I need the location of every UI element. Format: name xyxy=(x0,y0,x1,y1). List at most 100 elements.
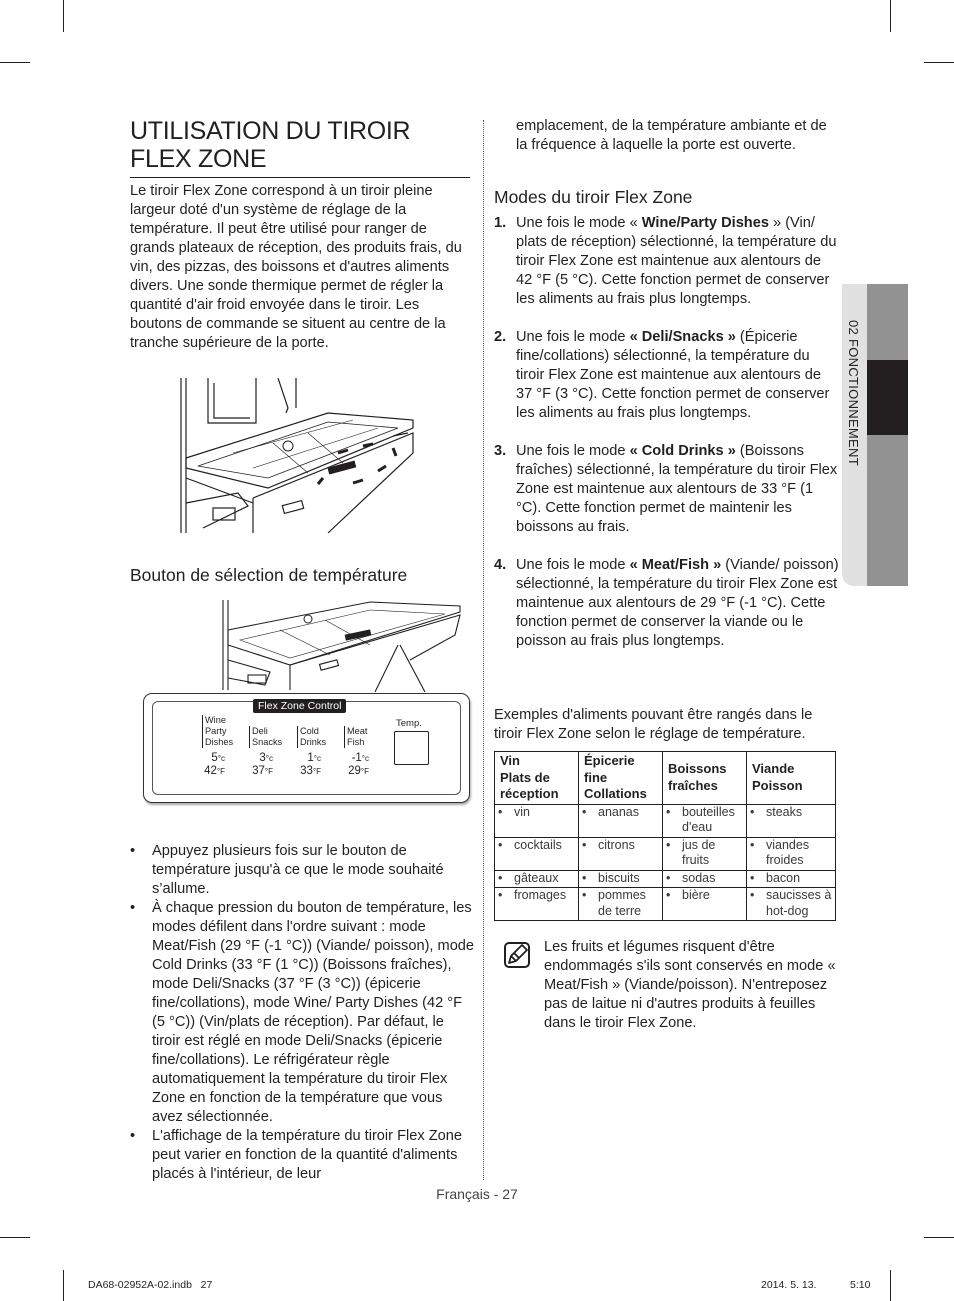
table-cell: • gâteaux xyxy=(494,869,579,888)
page-number: Français - 27 xyxy=(436,1186,518,1202)
column-divider xyxy=(483,120,484,1180)
table-cell: • ananas xyxy=(578,803,663,838)
column-header: Viande Poisson xyxy=(746,751,836,805)
bullet: • xyxy=(750,804,755,819)
control-panel-title: Flex Zone Control xyxy=(253,699,347,713)
continued-paragraph: emplacement, de la température ambiante … xyxy=(516,118,827,153)
bullet: • xyxy=(498,837,503,852)
table-cell: • steaks xyxy=(746,803,836,838)
title-rule xyxy=(130,177,470,178)
chapter-label: 02 FONCTIONNEMENT xyxy=(846,320,861,466)
cell-text: vin xyxy=(514,804,530,819)
column-header: Épicerie fine Collations xyxy=(578,751,663,805)
mode-label-wine-party-dishes: Wine Party Dishes xyxy=(202,715,233,748)
table-cell: • fromages xyxy=(494,887,579,921)
mode-temp-deli: 3°c 37°F xyxy=(252,752,273,777)
page-title: UTILISATION DU TIROIR FLEX ZONE xyxy=(130,117,411,173)
table-cell: • cocktails xyxy=(494,836,579,871)
cell-text: sodas xyxy=(682,870,716,885)
list-item: 2. Une fois le mode « Deli/Snacks » (Épic… xyxy=(494,329,830,421)
bullet: • xyxy=(582,804,587,819)
table-cell: • saucisses à hot-dog xyxy=(746,887,836,921)
crop-mark xyxy=(890,0,891,32)
cell-text: gâteaux xyxy=(514,870,559,885)
chapter-tab-bar xyxy=(867,284,908,586)
table-cell: • viandes froides xyxy=(746,836,836,871)
crop-mark xyxy=(890,1270,891,1301)
bullet: • xyxy=(750,870,755,885)
bullet: • xyxy=(582,837,587,852)
table-row: • fromages • pommes de terre • bière • saucisse… xyxy=(494,887,836,921)
list-item: • Appuyez plusieurs fois sur le bouton de… xyxy=(130,843,444,897)
bullet: • xyxy=(666,888,671,902)
list-item: 3. Une fois le mode « Cold Drinks » (Bois… xyxy=(494,443,838,535)
examples-intro: Exemples d'aliments pouvant être rangés … xyxy=(494,707,813,742)
bullet: • xyxy=(498,870,503,885)
list-item: 1. Une fois le mode « Wine/Party Dishes »… xyxy=(494,215,837,307)
temp-button[interactable] xyxy=(394,731,429,765)
crop-mark xyxy=(63,1270,64,1301)
bullet: • xyxy=(498,804,503,819)
table-cell: • bière xyxy=(662,887,747,921)
crop-mark xyxy=(924,1237,954,1238)
cell-text: ananas xyxy=(598,804,640,819)
mode-label-deli-snacks: Deli Snacks xyxy=(249,726,282,748)
column-header: Vin Plats de réception xyxy=(494,751,579,805)
cell-text: bière xyxy=(682,888,710,902)
table-cell: • citrons xyxy=(578,836,663,871)
table-row: • cocktails • citrons • jus de fruits • viandes… xyxy=(494,836,836,871)
bullet: • xyxy=(750,837,755,852)
mode-temp-wine: 5°c 42°F xyxy=(204,752,225,777)
cell-text: jus de fruits xyxy=(682,837,716,868)
drawer-closeup-illustration xyxy=(222,600,461,692)
mode-label-meat-fish: Meat Fish xyxy=(344,726,367,748)
table-header-row: Vin Plats de réception Épicerie fine Col… xyxy=(494,751,836,805)
table-row: • gâteaux • biscuits • sodas • bacon xyxy=(494,869,836,888)
crop-mark xyxy=(63,0,64,32)
table-cell: • biscuits xyxy=(578,869,663,888)
crop-mark xyxy=(924,62,954,63)
mode-label-cold-drinks: Cold Drinks xyxy=(297,726,326,748)
list-item: • L'affichage de la température du tiroir… xyxy=(130,1128,462,1182)
food-examples-table: Vin Plats de réception Épicerie fine Col… xyxy=(494,751,836,921)
temp-instructions-list: • Appuyez plusieurs fois sur le bouton de… xyxy=(130,842,475,1184)
table-cell: • sodas xyxy=(662,869,747,888)
intro-paragraph: Le tiroir Flex Zone correspond à un tiro… xyxy=(130,183,462,351)
cell-text: bouteilles d'eau xyxy=(682,804,735,835)
cell-text: pommes de terre xyxy=(598,888,646,918)
mode-temp-meat-fish: -1°c 29°F xyxy=(348,752,369,777)
cell-text: steaks xyxy=(766,804,803,819)
chapter-tab-marker xyxy=(867,360,908,435)
temp-selection-heading: Bouton de sélection de température xyxy=(130,565,408,585)
cell-text: fromages xyxy=(514,888,567,902)
table-cell: • vin xyxy=(494,803,579,838)
bullet: • xyxy=(750,888,755,902)
table-cell: • bouteilles d'eau xyxy=(662,803,747,838)
print-date: 2014. 5. 13. xyxy=(761,1279,817,1291)
cell-text: cocktails xyxy=(514,837,562,852)
cell-text: citrons xyxy=(598,837,635,852)
cell-text: biscuits xyxy=(598,870,640,885)
column-header: Boissons fraîches xyxy=(662,751,747,805)
cell-text: bacon xyxy=(766,870,801,885)
bullet: • xyxy=(582,870,587,885)
bullet: • xyxy=(498,888,503,902)
cell-text: viandes froides xyxy=(766,837,810,868)
table-cell: • jus de fruits xyxy=(662,836,747,871)
list-item: • À chaque pression du bouton de températ… xyxy=(130,900,475,1125)
flex-zone-drawer-illustration xyxy=(180,378,414,534)
mode-temp-cold-drinks: 1°c 33°F xyxy=(300,752,321,777)
cell-text: saucisses à hot-dog xyxy=(766,888,832,918)
bullet: • xyxy=(666,837,671,852)
crop-mark xyxy=(0,1237,30,1238)
bullet: • xyxy=(582,888,587,902)
temp-button-label: Temp. xyxy=(396,718,422,729)
print-time: 5:10 xyxy=(850,1279,871,1291)
print-file-name: DA68-02952A-02.indb 27 xyxy=(88,1279,213,1291)
modes-list: 1. Une fois le mode « Wine/Party Dishes »… xyxy=(494,214,839,670)
bullet: • xyxy=(666,870,671,885)
note-pencil-icon xyxy=(504,942,530,968)
bullet: • xyxy=(666,804,671,819)
modes-heading: Modes du tiroir Flex Zone xyxy=(494,187,693,207)
table-cell: • pommes de terre xyxy=(578,887,663,921)
